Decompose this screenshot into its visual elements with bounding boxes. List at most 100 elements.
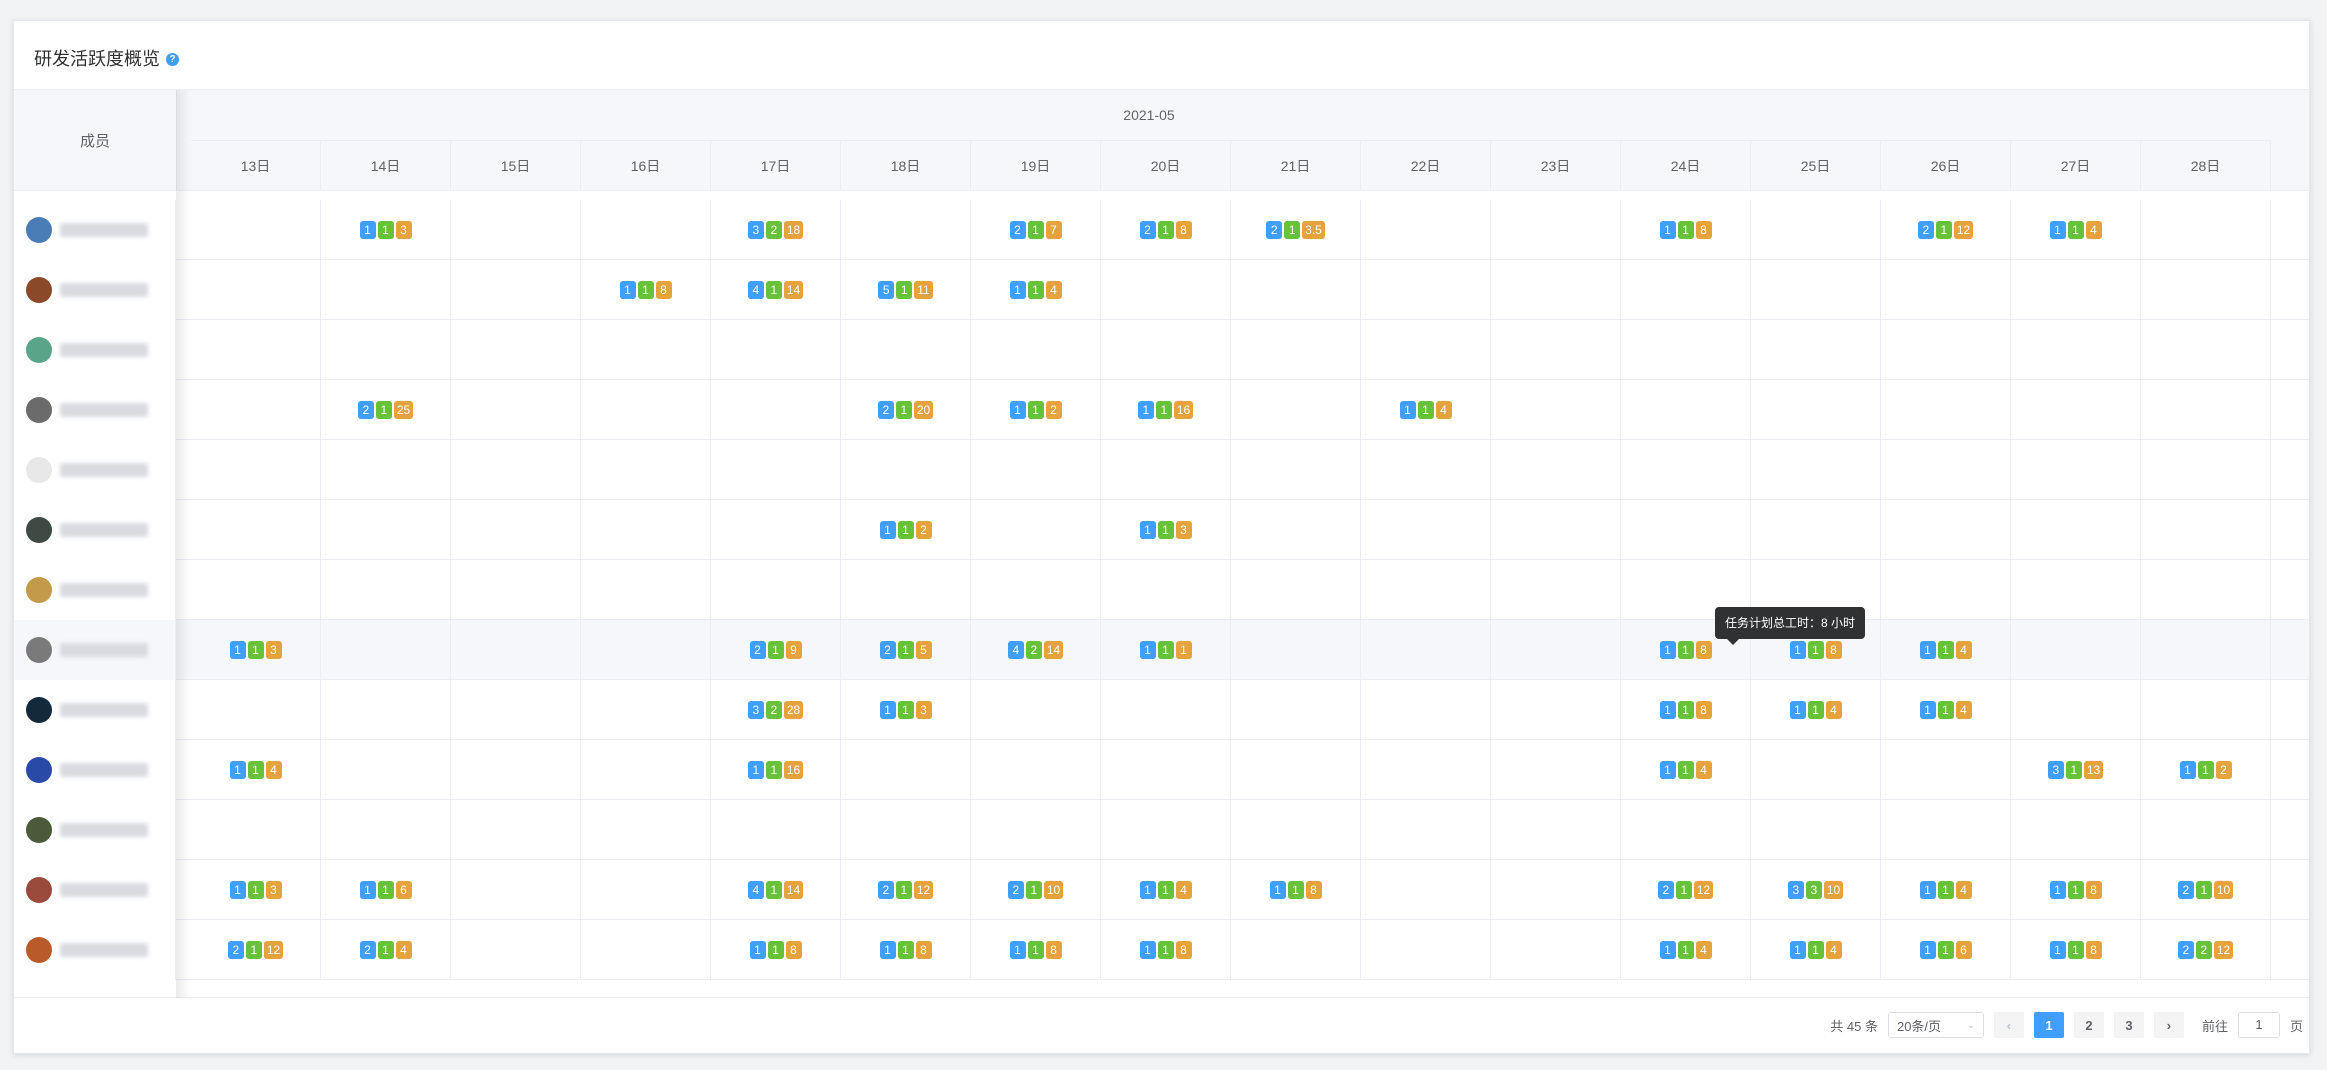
- member-count-badge[interactable]: 2: [765, 701, 782, 719]
- task-count-badge[interactable]: 1: [229, 641, 246, 659]
- day-cell[interactable]: 118: [1621, 680, 1751, 740]
- table-row[interactable]: 1 1 3 3 2 18 2 1 7 2 1 8 2 1 3.5 1 1 8 2 1 12 1 1 4: [14, 200, 2309, 260]
- day-cell[interactable]: 3 1 13: [2011, 740, 2141, 800]
- member-count-badge[interactable]: 1: [1937, 881, 1954, 899]
- task-count-badge[interactable]: 1: [749, 941, 766, 959]
- day-cell[interactable]: 114: [1881, 620, 2011, 680]
- planned-hours-badge[interactable]: 12: [263, 941, 284, 959]
- task-count-badge[interactable]: 2: [877, 401, 894, 419]
- task-count-badge[interactable]: 4: [1007, 641, 1024, 659]
- task-count-badge[interactable]: 1: [1659, 221, 1676, 239]
- task-count-badge[interactable]: 1: [2049, 941, 2066, 959]
- day-cell[interactable]: 118: [711, 920, 841, 980]
- member-count-badge[interactable]: 1: [895, 401, 912, 419]
- planned-hours-badge[interactable]: 10: [1043, 881, 1064, 899]
- member-count-badge[interactable]: 1: [1677, 761, 1694, 779]
- member-count-badge[interactable]: 1: [1937, 701, 1954, 719]
- planned-hours-badge[interactable]: 6: [395, 881, 412, 899]
- day-cell[interactable]: 4 1 14: [711, 860, 841, 920]
- task-count-badge[interactable]: 1: [1139, 941, 1156, 959]
- member-count-badge[interactable]: 1: [897, 941, 914, 959]
- task-count-badge[interactable]: 1: [1789, 641, 1806, 659]
- member-count-badge[interactable]: 1: [897, 521, 914, 539]
- task-count-badge[interactable]: 1: [1789, 701, 1806, 719]
- planned-hours-badge[interactable]: 2: [915, 521, 932, 539]
- member-count-badge[interactable]: 1: [1027, 941, 1044, 959]
- day-cell[interactable]: 112: [971, 380, 1101, 440]
- member-count-badge[interactable]: 1: [247, 761, 264, 779]
- table-row[interactable]: [14, 440, 2309, 500]
- planned-hours-badge[interactable]: 8: [785, 941, 802, 959]
- member-count-badge[interactable]: 1: [1027, 401, 1044, 419]
- planned-hours-badge[interactable]: 20: [913, 401, 934, 419]
- planned-hours-badge[interactable]: 12: [1693, 881, 1714, 899]
- planned-hours-badge[interactable]: 14: [783, 881, 804, 899]
- day-cell[interactable]: 3 2 18: [711, 200, 841, 260]
- day-cell[interactable]: 118: [1101, 920, 1231, 980]
- day-cell[interactable]: 114: [1881, 860, 2011, 920]
- day-cell[interactable]: 217: [971, 200, 1101, 260]
- planned-hours-badge[interactable]: 8: [1175, 941, 1192, 959]
- planned-hours-badge[interactable]: 4: [1955, 701, 1972, 719]
- table-row[interactable]: 2 1 25 2 1 20 1 1 2 1 1 16 1 1 4: [14, 380, 2309, 440]
- planned-hours-badge[interactable]: 8: [1695, 701, 1712, 719]
- page-button-2[interactable]: 2: [2073, 1012, 2104, 1038]
- day-cell[interactable]: 2 2 12: [2141, 920, 2271, 980]
- day-cell[interactable]: 112: [2141, 740, 2271, 800]
- member-count-badge[interactable]: 1: [895, 881, 912, 899]
- planned-hours-badge[interactable]: 3.5: [1302, 221, 1325, 239]
- planned-hours-badge[interactable]: 3: [265, 641, 282, 659]
- day-cell[interactable]: 214: [321, 920, 451, 980]
- member-count-badge[interactable]: 1: [896, 281, 913, 299]
- day-cell[interactable]: 2 1 12: [191, 920, 321, 980]
- task-count-badge[interactable]: 4: [747, 881, 764, 899]
- member-count-badge[interactable]: 1: [247, 641, 264, 659]
- planned-hours-badge[interactable]: 4: [1045, 281, 1062, 299]
- day-cell[interactable]: 2 1 12: [1881, 200, 2011, 260]
- member-count-badge[interactable]: 1: [637, 281, 654, 299]
- planned-hours-badge[interactable]: 11: [914, 281, 933, 299]
- member-count-badge[interactable]: 1: [1677, 941, 1694, 959]
- member-count-badge[interactable]: 1: [1935, 221, 1952, 239]
- chevron-left-icon[interactable]: ‹: [1993, 1012, 2024, 1038]
- task-count-badge[interactable]: 1: [1659, 941, 1676, 959]
- planned-hours-badge[interactable]: 12: [2213, 941, 2234, 959]
- day-cell[interactable]: 113: [841, 680, 971, 740]
- day-cell[interactable]: 118: [841, 920, 971, 980]
- planned-hours-badge[interactable]: 8: [1825, 641, 1842, 659]
- member-count-badge[interactable]: 1: [377, 941, 394, 959]
- planned-hours-badge[interactable]: 3: [915, 701, 932, 719]
- day-cell[interactable]: 114: [1621, 920, 1751, 980]
- day-cell[interactable]: 114: [1881, 680, 2011, 740]
- day-cell[interactable]: 2 1 20: [841, 380, 971, 440]
- day-cell[interactable]: 2 1 10: [971, 860, 1101, 920]
- planned-hours-badge[interactable]: 8: [915, 941, 932, 959]
- task-count-badge[interactable]: 1: [1789, 941, 1806, 959]
- member-count-badge[interactable]: 1: [1157, 221, 1174, 239]
- member-count-badge[interactable]: 1: [2195, 881, 2212, 899]
- planned-hours-badge[interactable]: 4: [1175, 881, 1192, 899]
- day-cell[interactable]: 118: [1621, 200, 1751, 260]
- table-row[interactable]: [14, 800, 2309, 860]
- member-count-badge[interactable]: 1: [1417, 401, 1434, 419]
- table-row[interactable]: [14, 320, 2309, 380]
- task-count-badge[interactable]: 2: [227, 941, 244, 959]
- planned-hours-badge[interactable]: 13: [2083, 761, 2104, 779]
- day-cell[interactable]: 3 2 28: [711, 680, 841, 740]
- day-cell[interactable]: 4 1 14: [711, 260, 841, 320]
- planned-hours-badge[interactable]: 10: [1823, 881, 1844, 899]
- task-count-badge[interactable]: 1: [1659, 761, 1676, 779]
- member-count-badge[interactable]: 1: [2067, 941, 2084, 959]
- planned-hours-badge[interactable]: 7: [1045, 221, 1062, 239]
- task-count-badge[interactable]: 1: [1659, 641, 1676, 659]
- day-cell[interactable]: 112: [841, 500, 971, 560]
- planned-hours-badge[interactable]: 3: [1175, 521, 1192, 539]
- day-cell[interactable]: 114: [1751, 920, 1881, 980]
- task-count-badge[interactable]: 5: [878, 281, 895, 299]
- member-count-badge[interactable]: 1: [2197, 761, 2214, 779]
- task-count-badge[interactable]: 2: [357, 401, 374, 419]
- member-count-badge[interactable]: 1: [2067, 221, 2084, 239]
- member-count-badge[interactable]: 1: [767, 641, 784, 659]
- member-count-badge[interactable]: 1: [897, 641, 914, 659]
- table-row[interactable]: 1 1 4 1 1 16 1 1 4 3 1 13 1 1 2: [14, 740, 2309, 800]
